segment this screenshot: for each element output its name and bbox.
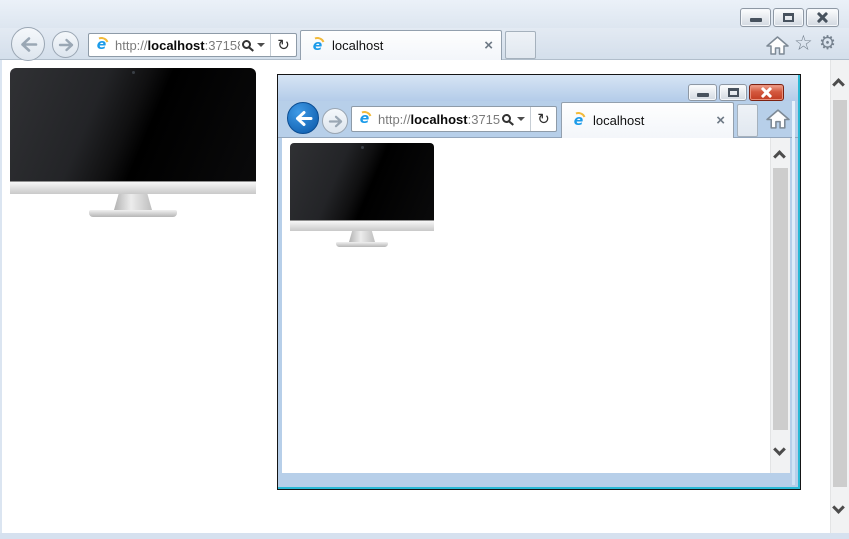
monitor-camera-dot xyxy=(361,146,364,149)
outer-titlebar[interactable] xyxy=(0,0,849,28)
inner-forward-button xyxy=(322,108,348,134)
tab-close-icon[interactable]: × xyxy=(484,38,493,53)
url-text: http://localhost:37158/Def xyxy=(115,38,240,53)
close-icon xyxy=(816,11,829,24)
ie-logo-icon: e xyxy=(356,111,373,128)
scroll-up-icon[interactable] xyxy=(832,78,845,91)
inner-url-text: http://localhost:37158, xyxy=(378,112,500,127)
forward-arrow-icon xyxy=(328,115,343,128)
inner-tab-label: localhost xyxy=(593,113,710,128)
inner-address-bar: e http://localhost:37158, ↻ xyxy=(351,106,557,132)
inner-url-host: localhost xyxy=(411,112,468,127)
inner-vertical-scrollbar xyxy=(770,138,790,473)
close-icon xyxy=(760,86,773,99)
monitor-stand-neck xyxy=(114,194,152,210)
monitor-image xyxy=(10,68,256,217)
inner-frame-accent-bottom xyxy=(278,487,800,489)
inner-new-tab-button xyxy=(737,104,758,137)
favorites-star-icon[interactable]: ☆ xyxy=(794,33,813,54)
outer-maximize-button[interactable] xyxy=(773,8,804,27)
back-arrow-icon xyxy=(294,110,313,127)
refresh-icon: ↻ xyxy=(537,110,550,128)
inner-frame-highlight xyxy=(792,101,795,485)
window-frame-left xyxy=(0,60,2,533)
inner-scrollbar-thumb xyxy=(773,168,788,430)
inner-minimize-button xyxy=(688,84,717,101)
minimize-icon xyxy=(697,93,709,97)
home-icon[interactable] xyxy=(766,35,789,56)
vertical-scrollbar[interactable] xyxy=(830,60,849,533)
ie-logo-icon: e xyxy=(93,37,110,54)
ie-browser-window: e http://localhost:37158/Def ↻ e localho… xyxy=(0,0,849,539)
refresh-button: ↻ xyxy=(530,107,556,131)
tab-localhost[interactable]: e localhost × xyxy=(300,30,502,60)
scroll-down-icon xyxy=(773,443,786,456)
inner-close-button xyxy=(749,84,784,101)
new-tab-button[interactable] xyxy=(505,31,536,59)
forward-arrow-icon xyxy=(58,38,74,52)
forward-button[interactable] xyxy=(52,31,79,58)
window-frame-bottom xyxy=(0,533,849,539)
url-path: :37158/Def xyxy=(205,38,240,53)
inner-url-protocol: http:// xyxy=(378,112,411,127)
tab-ie-logo-icon: e xyxy=(309,37,326,54)
tools-gear-icon[interactable]: ⚙ xyxy=(819,34,836,53)
back-button[interactable] xyxy=(11,27,45,61)
inner-home-icon xyxy=(766,108,790,130)
monitor-stand-base xyxy=(336,242,388,247)
monitor-chin xyxy=(290,220,434,231)
monitor-stand-neck xyxy=(349,231,375,242)
monitor-screen xyxy=(10,68,256,181)
inner-url-path: :37158, xyxy=(468,112,500,127)
inner-maximize-button xyxy=(719,84,747,101)
address-dropdown-caret-icon[interactable] xyxy=(257,43,265,47)
minimize-icon xyxy=(750,18,762,22)
inner-back-button xyxy=(287,102,319,134)
maximize-icon xyxy=(783,13,794,22)
refresh-icon: ↻ xyxy=(277,36,290,54)
scroll-down-icon[interactable] xyxy=(832,501,845,514)
inner-titlebar xyxy=(278,75,800,101)
monitor-screen xyxy=(290,143,434,220)
outer-minimize-button[interactable] xyxy=(740,8,771,27)
search-icon[interactable] xyxy=(242,40,251,49)
refresh-button[interactable]: ↻ xyxy=(270,34,296,56)
address-dropdown-caret-icon xyxy=(517,117,525,121)
outer-close-button[interactable] xyxy=(806,8,839,27)
inner-page-content xyxy=(282,138,790,473)
scroll-up-icon xyxy=(773,150,786,163)
address-bar[interactable]: e http://localhost:37158/Def ↻ xyxy=(88,33,297,57)
tab-close-icon: × xyxy=(716,113,725,128)
maximize-icon xyxy=(728,88,739,97)
monitor-stand-base xyxy=(89,210,177,217)
search-icon xyxy=(502,114,511,123)
inner-frame-accent-right xyxy=(798,75,800,489)
tab-label: localhost xyxy=(332,38,478,53)
url-protocol: http:// xyxy=(115,38,148,53)
monitor-camera-dot xyxy=(132,71,135,74)
back-arrow-icon xyxy=(19,36,38,53)
monitor-chin xyxy=(10,181,256,194)
inner-tab-localhost: e localhost × xyxy=(561,102,734,138)
inner-monitor-image xyxy=(290,143,434,247)
inner-browser-window-image: e http://localhost:37158, ↻ e localhost … xyxy=(277,74,801,490)
scrollbar-thumb[interactable] xyxy=(833,100,847,487)
url-host: localhost xyxy=(148,38,205,53)
tab-ie-logo-icon: e xyxy=(570,112,587,129)
